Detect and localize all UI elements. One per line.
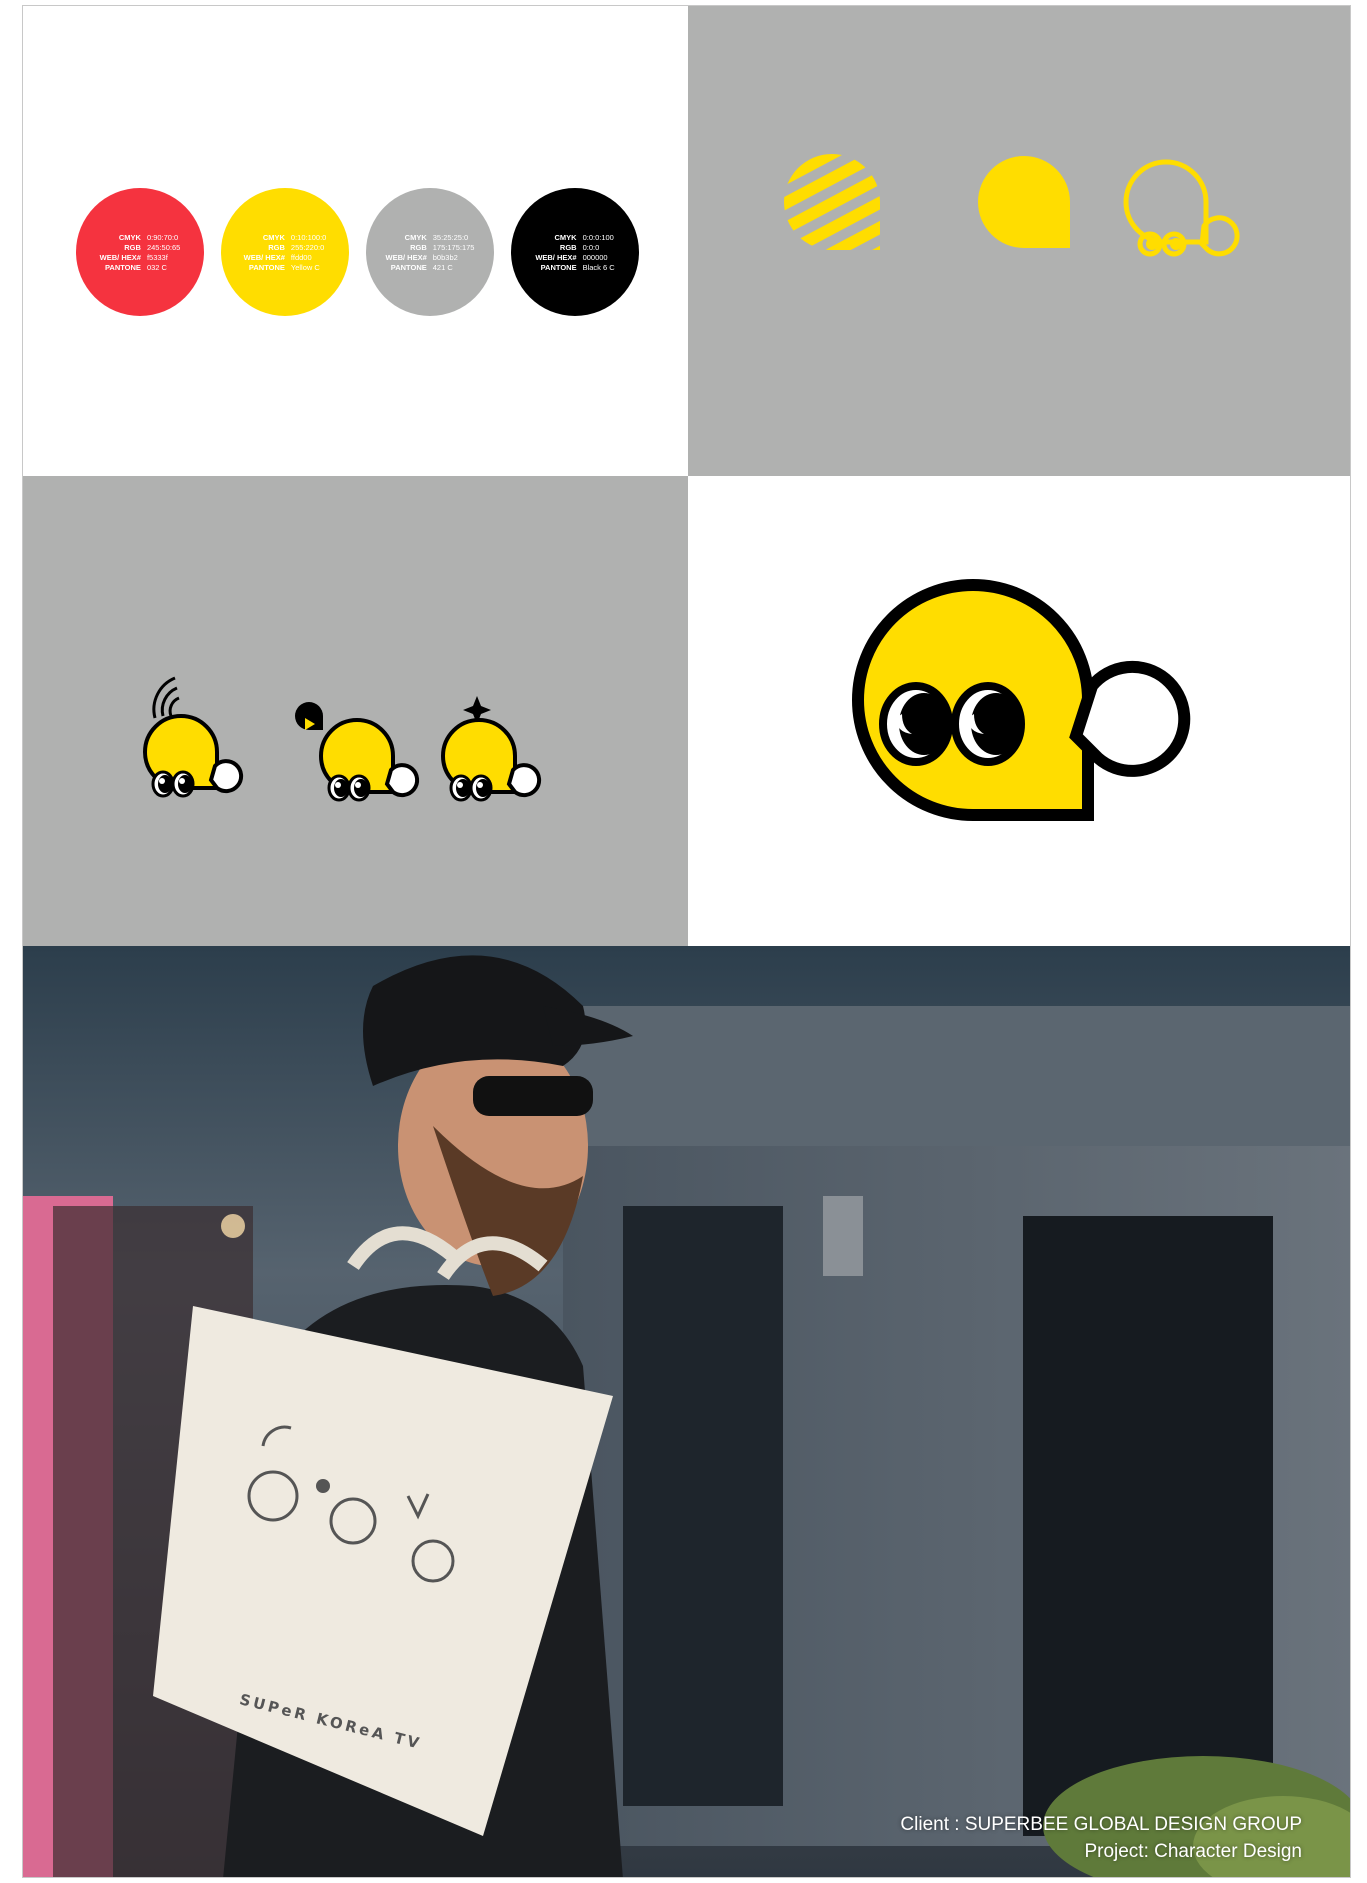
spec-key: WEB/ HEX# [385,252,427,262]
solid-drop-shape [978,156,1070,248]
spec-value: 0:0:0:100 [582,232,614,242]
spec-key: RGB [410,242,427,252]
swatch-red: CMYK 0:90:70:0 RGB 245:50:65 WEB/ HEX# f533… [76,188,204,316]
spec-value: f5333f [146,252,168,262]
brand-board: CMYK 0:90:70:0 RGB 245:50:65 WEB/ HEX# f533… [22,5,1351,1878]
spec-value: b0b3b2 [432,252,458,262]
spec-key: CMYK [554,232,577,242]
spec-key: CMYK [118,232,141,242]
spec-value: Yellow C [290,262,320,272]
swatch-grey: CMYK 35:25:25:0 RGB 175:175:175 WEB/ HEX# b… [366,188,494,316]
caption-project: Project: Character Design [1084,1841,1302,1862]
spec-value: 421 C [432,262,453,272]
spec-value: 032 C [146,262,167,272]
swatch-red-specs: CMYK 0:90:70:0 RGB 245:50:65 WEB/ HEX# f533… [100,233,181,272]
spec-value: 245:50:65 [146,242,181,252]
tv-bee-character [295,702,420,802]
photo-scene [23,946,1350,1877]
spec-value: Black 6 C [582,262,615,272]
radio-bee-character [143,676,244,798]
star-bee-character [441,696,542,802]
spec-key: RGB [559,242,577,252]
spec-value: 175:175:175 [432,242,475,252]
spec-key: PANTONE [248,262,285,272]
spec-value: 255:220:0 [290,242,325,252]
tote-bag-photo: Client : SUPERBEE GLOBAL DESIGN GROUP Pr… [23,946,1350,1877]
swatch-black: CMYK 0:0:0:100 RGB 0:0:0 WEB/ HEX# 000000 P… [511,188,639,316]
character-family-panel [23,476,688,946]
main-character [851,579,1191,821]
spec-value: 0:90:70:0 [146,232,179,242]
spec-value: 0:0:0 [582,242,600,252]
color-palette-panel: CMYK 0:90:70:0 RGB 245:50:65 WEB/ HEX# f533… [23,6,688,476]
spec-value: 0:10:100:0 [290,232,327,242]
swatch-yellow-specs: CMYK 0:10:100:0 RGB 255:220:0 WEB/ HEX# ffd… [244,233,327,272]
spec-key: WEB/ HEX# [99,252,141,262]
spec-value: 35:25:25:0 [432,232,469,242]
spec-key: CMYK [262,232,285,242]
caption-client: Client : SUPERBEE GLOBAL DESIGN GROUP [900,1814,1302,1835]
spec-key: PANTONE [104,262,141,272]
swatch-black-specs: CMYK 0:0:0:100 RGB 0:0:0 WEB/ HEX# 000000 P… [535,233,614,272]
spec-key: RGB [268,242,285,252]
shape-construction-panel [688,6,1350,476]
project-caption: Client : SUPERBEE GLOBAL DESIGN GROUP Pr… [900,1811,1302,1865]
swatch-yellow: CMYK 0:10:100:0 RGB 255:220:0 WEB/ HEX# ffd… [221,188,349,316]
spec-key: PANTONE [390,262,427,272]
striped-drop-shape [784,154,880,250]
main-character-panel [688,476,1350,946]
spec-key: WEB/ HEX# [535,252,577,262]
spec-key: WEB/ HEX# [243,252,285,262]
spec-value: ffdd00 [290,252,312,262]
spec-value: 000000 [582,252,608,262]
spec-key: CMYK [404,232,427,242]
swatch-grey-specs: CMYK 35:25:25:0 RGB 175:175:175 WEB/ HEX# b… [386,233,475,272]
spec-key: PANTONE [540,262,577,272]
spec-key: RGB [124,242,141,252]
outline-character-shape [1123,159,1240,257]
